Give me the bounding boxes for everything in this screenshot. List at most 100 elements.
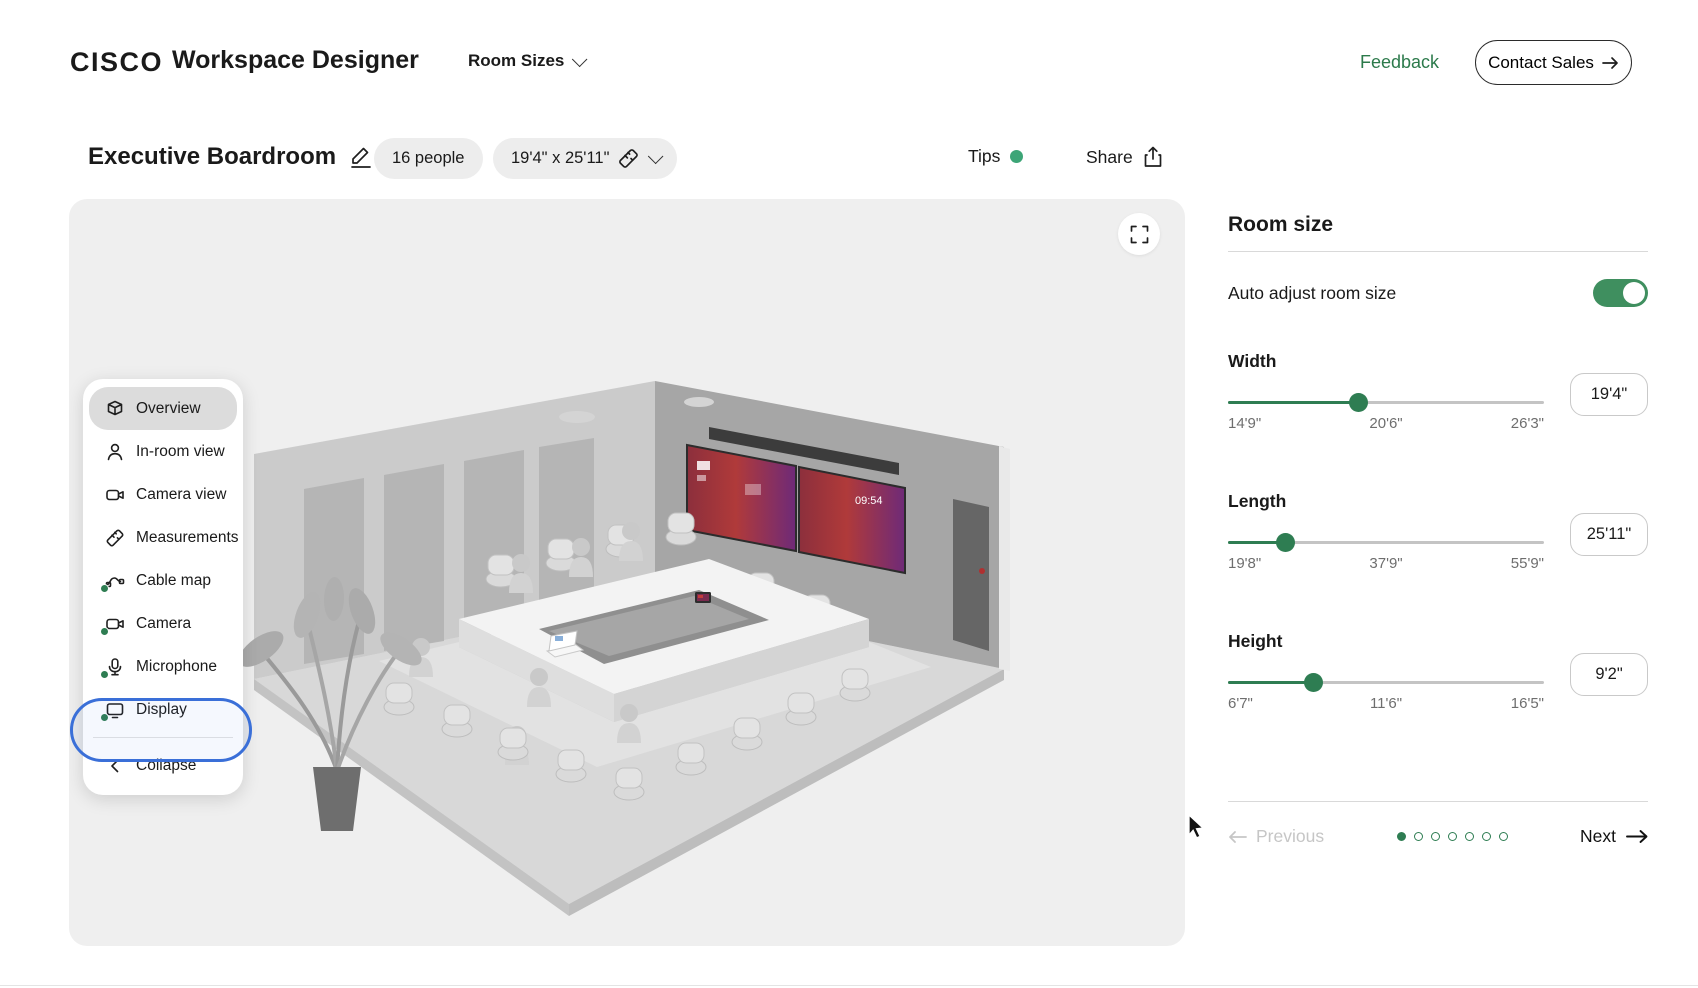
pager-dot[interactable] xyxy=(1465,832,1474,841)
menu-item-measurements[interactable]: Measurements xyxy=(89,516,237,559)
menu-item-camera-view[interactable]: Camera view xyxy=(89,473,237,516)
app-title: Workspace Designer xyxy=(172,46,419,75)
menu-label: Microphone xyxy=(136,658,217,676)
edit-pencil-icon[interactable] xyxy=(350,145,372,169)
tick-max: 26'3" xyxy=(1511,415,1544,432)
slider-fill xyxy=(1228,401,1358,404)
pager-dot[interactable] xyxy=(1397,832,1406,841)
panel-title: Room size xyxy=(1228,213,1648,237)
menu-item-cable-map[interactable]: Cable map xyxy=(89,559,237,602)
length-slider-thumb[interactable] xyxy=(1276,533,1295,552)
height-value-input[interactable]: 9'2" xyxy=(1570,653,1648,696)
width-value-input[interactable]: 19'4" xyxy=(1570,373,1648,416)
previous-button[interactable]: Previous xyxy=(1228,826,1324,847)
menu-item-camera[interactable]: Camera xyxy=(89,602,237,645)
pager-dot[interactable] xyxy=(1414,832,1423,841)
tick-mid: 37'9" xyxy=(1369,555,1402,572)
pager-dot[interactable] xyxy=(1448,832,1457,841)
menu-item-in-room-view[interactable]: In-room view xyxy=(89,430,237,473)
room-size-panel: Room size Auto adjust room size Width 14… xyxy=(1228,199,1648,847)
mic-icon xyxy=(104,656,125,677)
previous-label: Previous xyxy=(1256,826,1324,847)
tick-min: 14'9" xyxy=(1228,415,1261,432)
divider xyxy=(1228,801,1648,802)
menu-label: In-room view xyxy=(136,443,225,461)
expand-icon xyxy=(1130,225,1149,244)
menu-item-overview[interactable]: Overview xyxy=(89,387,237,430)
width-slider-thumb[interactable] xyxy=(1349,393,1368,412)
share-button[interactable]: Share xyxy=(1086,146,1163,168)
room-3d-viewport[interactable]: 09:54 xyxy=(69,199,1185,946)
length-slider-block: Length 19'8" 37'9" 55'9" 25'11" xyxy=(1228,491,1648,587)
dimensions-label: 19'4" x 25'11" xyxy=(511,149,609,168)
chevron-down-icon xyxy=(648,149,664,165)
contact-sales-button[interactable]: Contact Sales xyxy=(1475,40,1632,85)
panel-footer: Previous Next xyxy=(1228,826,1648,847)
tips-status-dot xyxy=(1010,150,1023,163)
room-sizes-label: Room Sizes xyxy=(468,51,564,71)
capacity-label: 16 people xyxy=(392,149,465,168)
status-dot xyxy=(100,627,109,636)
arrow-right-icon xyxy=(1602,56,1619,70)
auto-adjust-toggle[interactable] xyxy=(1593,279,1648,307)
height-slider-thumb[interactable] xyxy=(1304,673,1323,692)
width-slider[interactable] xyxy=(1228,393,1544,411)
ruler-icon xyxy=(618,148,639,169)
dimensions-badge[interactable]: 19'4" x 25'11" xyxy=(493,138,677,179)
cable-icon xyxy=(104,570,125,591)
mouse-cursor xyxy=(1186,814,1208,840)
tick-max: 55'9" xyxy=(1511,555,1544,572)
pager-dot[interactable] xyxy=(1431,832,1440,841)
next-label: Next xyxy=(1580,826,1616,847)
slider-fill xyxy=(1228,681,1313,684)
tick-min: 19'8" xyxy=(1228,555,1261,572)
app-header: CISCO Workspace Designer Room Sizes Feed… xyxy=(0,0,1698,108)
tick-max: 16'5" xyxy=(1511,695,1544,712)
tick-mid: 11'6" xyxy=(1370,695,1402,712)
toggle-knob xyxy=(1623,282,1645,304)
chevron-down-icon xyxy=(572,51,588,67)
fullscreen-button[interactable] xyxy=(1118,213,1160,255)
display-icon xyxy=(104,699,125,720)
tips-button[interactable]: Tips xyxy=(968,146,1023,167)
capacity-badge: 16 people xyxy=(374,138,483,179)
next-button[interactable]: Next xyxy=(1580,826,1648,847)
menu-label: Cable map xyxy=(136,572,211,590)
cisco-logo: CISCO xyxy=(70,47,163,78)
menu-label: Measurements xyxy=(136,529,239,547)
pager-dot[interactable] xyxy=(1499,832,1508,841)
room-sizes-dropdown[interactable]: Room Sizes xyxy=(468,51,583,71)
door xyxy=(953,499,989,651)
menu-item-microphone[interactable]: Microphone xyxy=(89,645,237,688)
menu-item-display[interactable]: Display xyxy=(89,688,237,731)
tick-mid: 20'6" xyxy=(1369,415,1402,432)
menu-item-collapse[interactable]: Collapse xyxy=(89,744,237,787)
camera-icon xyxy=(104,484,125,505)
arrow-right-icon xyxy=(1626,829,1648,844)
auto-adjust-label: Auto adjust room size xyxy=(1228,283,1396,304)
share-label: Share xyxy=(1086,147,1133,168)
menu-label: Camera xyxy=(136,615,191,633)
feedback-link[interactable]: Feedback xyxy=(1360,52,1439,73)
status-dot xyxy=(100,584,109,593)
length-slider[interactable] xyxy=(1228,533,1544,551)
room-name: Executive Boardroom xyxy=(88,143,336,171)
height-slider[interactable] xyxy=(1228,673,1544,691)
height-label: Height xyxy=(1228,631,1648,652)
status-dot xyxy=(100,713,109,722)
person-icon xyxy=(104,441,125,462)
ruler-icon xyxy=(104,527,125,548)
height-slider-block: Height 6'7" 11'6" 16'5" 9'2" xyxy=(1228,631,1648,727)
tips-label: Tips xyxy=(968,146,1000,167)
menu-label: Display xyxy=(136,701,187,719)
pager-dot[interactable] xyxy=(1482,832,1491,841)
display-clock: 09:54 xyxy=(855,495,883,507)
cube-icon xyxy=(104,398,125,419)
status-dot xyxy=(100,670,109,679)
menu-label: Collapse xyxy=(136,757,196,775)
menu-label: Camera view xyxy=(136,486,226,504)
length-value-input[interactable]: 25'11" xyxy=(1570,513,1648,556)
viewport-menu: Overview In-room view Camera view Measur… xyxy=(83,379,243,795)
share-icon xyxy=(1143,146,1163,168)
length-label: Length xyxy=(1228,491,1648,512)
